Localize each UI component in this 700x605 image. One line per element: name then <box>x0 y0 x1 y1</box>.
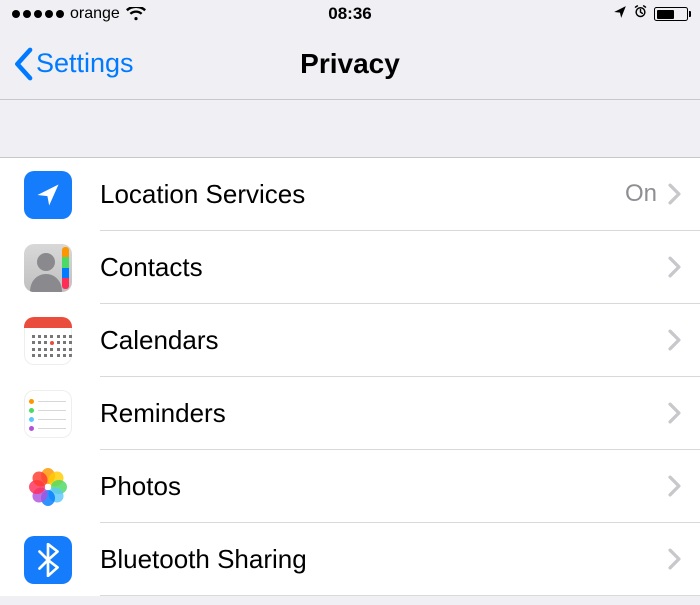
photos-icon <box>24 463 72 511</box>
back-button[interactable]: Settings <box>0 47 134 81</box>
contacts-icon <box>24 244 72 292</box>
row-location-services[interactable]: Location Services On <box>0 158 700 231</box>
status-bar: orange 08:36 <box>0 0 700 28</box>
location-icon <box>24 171 72 219</box>
group-spacer <box>0 100 700 158</box>
chevron-right-icon <box>667 475 682 497</box>
row-contacts[interactable]: Contacts <box>0 231 700 304</box>
battery-icon <box>654 7 688 21</box>
nav-bar: Settings Privacy <box>0 28 700 100</box>
row-label: Contacts <box>100 252 667 283</box>
reminders-icon <box>24 390 72 438</box>
wifi-icon <box>126 7 146 21</box>
back-label: Settings <box>36 48 134 79</box>
row-label: Bluetooth Sharing <box>100 544 667 575</box>
chevron-right-icon <box>667 548 682 570</box>
bluetooth-icon <box>24 536 72 584</box>
chevron-right-icon <box>667 402 682 424</box>
chevron-right-icon <box>667 183 682 205</box>
chevron-right-icon <box>667 256 682 278</box>
row-label: Photos <box>100 471 667 502</box>
signal-strength-icon <box>12 10 64 18</box>
row-value: On <box>625 180 657 208</box>
carrier-label: orange <box>70 5 120 23</box>
privacy-list: Location Services On Contacts <box>0 158 700 596</box>
row-bluetooth-sharing[interactable]: Bluetooth Sharing <box>0 523 700 596</box>
row-calendars[interactable]: Calendars <box>0 304 700 377</box>
chevron-right-icon <box>667 329 682 351</box>
chevron-left-icon <box>12 47 34 81</box>
calendar-icon <box>24 317 72 365</box>
row-label: Reminders <box>100 398 667 429</box>
row-label: Location Services <box>100 179 625 210</box>
screen: orange 08:36 Settings Privacy <box>0 0 700 605</box>
alarm-icon <box>633 4 648 24</box>
row-photos[interactable]: Photos <box>0 450 700 523</box>
row-label: Calendars <box>100 325 667 356</box>
location-arrow-icon <box>613 5 627 24</box>
row-reminders[interactable]: Reminders <box>0 377 700 450</box>
